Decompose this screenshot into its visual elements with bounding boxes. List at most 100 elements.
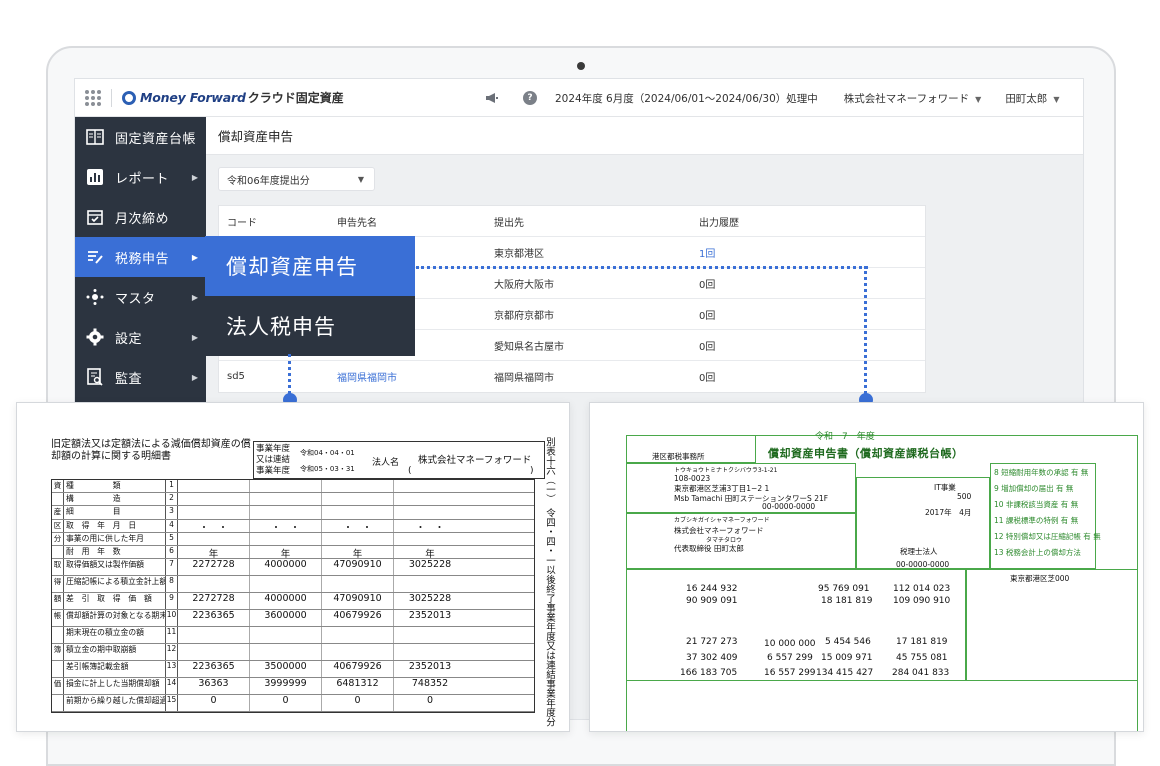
table-row[interactable]: sd5 福岡県福岡市 福岡県福岡市 0回 — [219, 361, 925, 392]
schedule-row-label: 前期から繰り越した償却超過額 — [64, 695, 166, 712]
schedule-row: 区取 得 年 月 日 4 ・ ・・ ・・ ・・ ・ — [52, 519, 534, 534]
amount: 15 009 971 — [821, 653, 873, 663]
schedule-row-number: 11 — [166, 627, 178, 644]
connector-line — [864, 266, 867, 394]
sidebar-item-report[interactable]: レポート ▶ — [75, 157, 206, 197]
year-select[interactable]: 令和06年度提出分 ▼ — [218, 167, 375, 191]
cell-destination: 愛知県名古屋市 — [494, 341, 564, 353]
schedule-cell — [322, 480, 394, 493]
sidebar-item-master[interactable]: マスタ ▶ — [75, 277, 206, 317]
schedule-cell — [394, 627, 466, 643]
schedule-row-number: 8 — [166, 576, 178, 593]
sidebar-item-label: 設定 — [115, 331, 143, 347]
brand-name[interactable]: Money Forward — [140, 90, 246, 105]
company-name: 株式会社マネーフォワード — [843, 92, 970, 105]
chevron-down-icon: ▼ — [1053, 94, 1060, 104]
schedule-cell: 年 — [178, 545, 250, 560]
schedule-cell: 年 — [425, 548, 435, 560]
schedule-cell — [250, 532, 322, 545]
company-switcher[interactable]: 株式会社マネーフォワード ▼ — [844, 91, 982, 106]
sidebar-item-label: マスタ — [115, 291, 156, 307]
product-name: クラウド固定資産 — [247, 91, 344, 105]
cell-name-link[interactable]: 福岡県福岡市 — [337, 369, 494, 384]
column-header[interactable]: 申告先名 — [337, 214, 494, 229]
schedule-row: 取取得価額又は製作価額 7 2272728 4000000 47090910 302522… — [52, 559, 534, 577]
schedule-row: 前期から繰り越した償却超過額 15 0 0 0 0 — [52, 695, 534, 713]
app-grid-icon[interactable] — [85, 89, 101, 106]
year-select-value: 令和06年度提出分 — [227, 175, 310, 187]
schedule-row-category: 区 — [52, 519, 64, 532]
schedule-cell — [250, 480, 322, 493]
schedule-cell — [322, 506, 394, 519]
schedule-cell: 0 — [322, 695, 394, 712]
connector-line — [416, 266, 868, 269]
schedule-cell: 3025228 — [408, 593, 452, 605]
schedule-row-category — [52, 627, 64, 644]
schedule-row-label: 損金に計上した当期償却額 — [64, 678, 166, 695]
cell-history: 0回 — [699, 373, 716, 384]
schedule-cell: 36363 — [178, 678, 250, 695]
cell-destination: 京都府京都市 — [494, 310, 554, 322]
schedule-row-category: 分 — [52, 532, 64, 545]
check-label: 11 課税標準の特例 有 無 — [994, 516, 1079, 525]
user-menu[interactable]: 田町太郎 ▼ — [1005, 91, 1059, 106]
megaphone-icon[interactable] — [485, 92, 499, 104]
schedule-row-category: 資 — [52, 480, 64, 493]
check-label: 13 税務会計上の償却方法 — [994, 548, 1081, 557]
schedule-cell — [394, 644, 466, 660]
chevron-right-icon: ▶ — [191, 372, 198, 382]
schedule-row-label: 構 造 — [64, 493, 166, 506]
sidebar-item-monthly-close[interactable]: 月次締め — [75, 197, 206, 237]
column-header[interactable]: 出力履歴 — [699, 214, 899, 229]
representative: 代表取締役 田町太郎 — [674, 544, 744, 553]
schedule-cell: 3999999 — [250, 678, 322, 695]
schedule-row-number: 4 — [166, 519, 178, 532]
check-label: 10 非課税該当資産 有 無 — [994, 500, 1079, 509]
submenu-item-depreciable-asset-filing[interactable]: 償却資産申告 — [205, 236, 415, 296]
submenu-item-corporate-tax-filing[interactable]: 法人税申告 — [205, 296, 415, 356]
schedule-cell — [322, 493, 394, 506]
business-type: IT事業 — [934, 483, 956, 492]
schedule-cell: ・ ・ — [322, 519, 394, 534]
period-from: 令和04・04・01 — [300, 449, 355, 457]
schedule-cell — [178, 627, 250, 644]
schedule-cell: ・ ・ — [415, 522, 445, 534]
column-header[interactable]: 提出先 — [494, 214, 699, 229]
cell-history: 0回 — [699, 310, 716, 322]
schedule-cell: 2272728 — [178, 593, 250, 610]
schedule-cell — [322, 576, 394, 593]
sidebar-item-tax-filing[interactable]: 税務申告 ▶ — [75, 237, 206, 277]
user-name: 田町太郎 — [1005, 92, 1048, 105]
schedule-row: 得圧縮記帳による積立金計上額 8 — [52, 576, 534, 594]
schedule-cell — [394, 506, 466, 518]
cell-history-link[interactable]: 1回 — [699, 245, 899, 260]
sidebar-item-label: 監査 — [115, 371, 143, 387]
column-header[interactable]: コード — [219, 214, 337, 229]
schedule-row-number: 10 — [166, 610, 178, 627]
brand-logo-icon — [122, 90, 136, 105]
help-icon[interactable]: ? — [523, 91, 537, 105]
sidebar-item-settings[interactable]: 設定 ▶ — [75, 317, 206, 357]
schedule-cell: 6481312 — [322, 678, 394, 695]
schedule-cell: 3025228 — [408, 559, 452, 571]
schedule-row-label: 差引帳簿記載金額 — [64, 661, 166, 678]
business-start: 2017年 4月 — [925, 508, 972, 517]
period-label: 事業年度又は連結事業年度 — [256, 444, 291, 476]
schedule-row-label: 取得価額又は製作価額 — [64, 559, 166, 576]
schedule-cell: 2272728 — [178, 559, 250, 576]
schedule-row-category: 価 — [52, 678, 64, 695]
schedule-row: 資種 類1 — [52, 480, 534, 494]
schedule-cell: 3600000 — [250, 610, 322, 627]
schedule-row-number: 6 — [166, 545, 178, 559]
sidebar-item-asset-ledger[interactable]: 固定資産台帳 — [75, 117, 206, 157]
corp-label: 法人名 — [372, 458, 400, 468]
master-icon — [85, 287, 105, 307]
sidebar-item-audit[interactable]: 監査 ▶ — [75, 357, 206, 397]
cell-destination: 大阪府大阪市 — [494, 279, 554, 291]
schedule-cell: 4000000 — [250, 593, 322, 610]
schedule-row-category — [52, 695, 64, 712]
form-box-location — [966, 569, 1138, 681]
schedule-cell: 2352013 — [408, 661, 452, 673]
schedule-row-number: 13 — [166, 661, 178, 678]
schedule-row: 簿積立金の期中取崩額 12 — [52, 644, 534, 662]
